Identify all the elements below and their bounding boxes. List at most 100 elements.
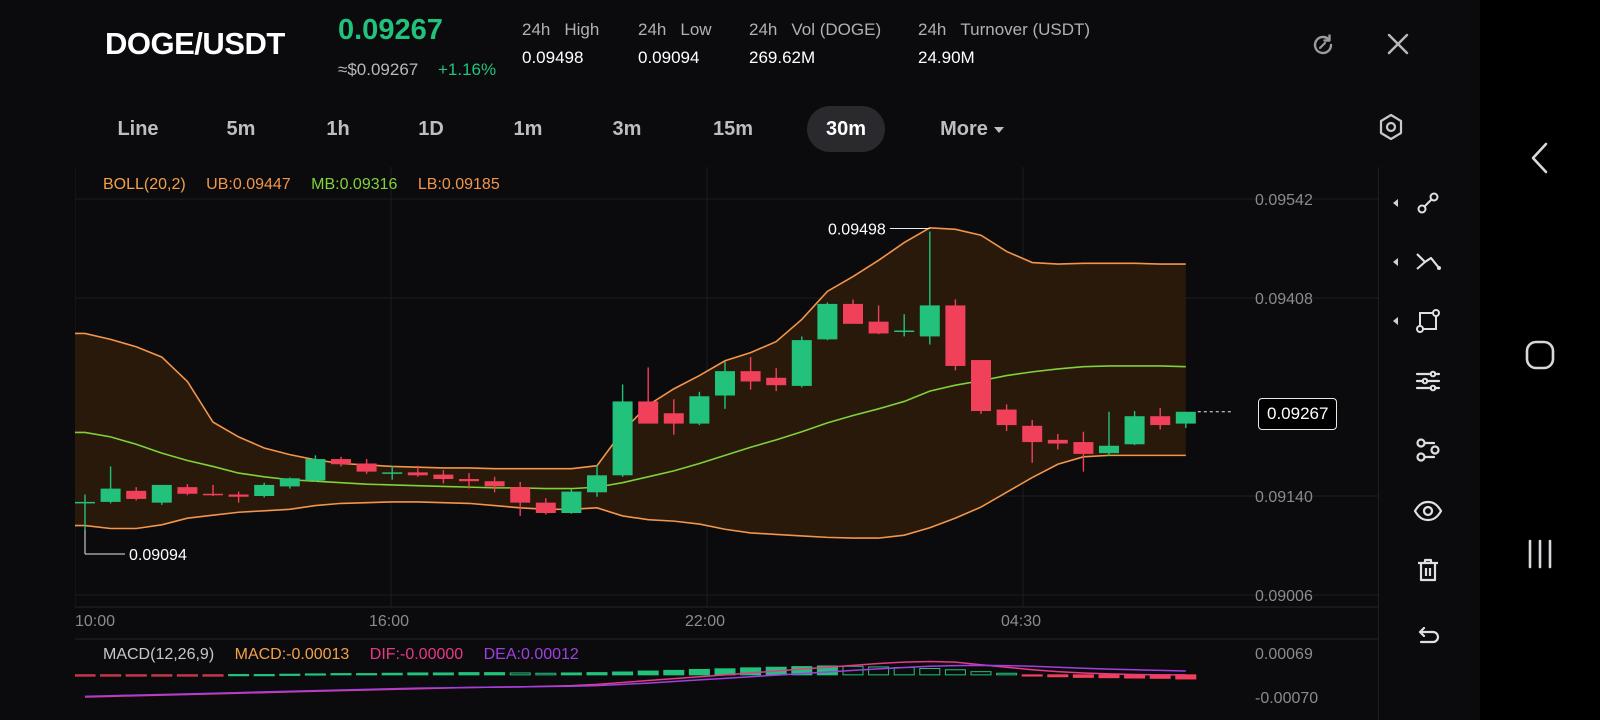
current-price-tag: 0.09267 [1258,398,1338,430]
candle-body [126,490,147,499]
macd-name: MACD(12,26,9) [103,646,215,663]
y-tick-label: 0.09006 [1255,588,1313,605]
indicator-tool[interactable] [1379,422,1477,478]
macd-histogram-bar [304,673,326,676]
candle-body [766,377,787,386]
system-navigation-bar [1480,0,1600,720]
expand-caret-icon [1393,317,1398,325]
macd-histogram-bar [1021,674,1043,677]
candle-body [177,487,198,494]
multiline-tool[interactable] [1379,234,1477,290]
shape-tool[interactable] [1379,293,1477,349]
high-marker-label: 0.09498 [828,222,886,239]
tab-5m[interactable]: 5m [205,106,277,152]
candle-body [817,303,838,340]
candle [971,360,991,414]
candle-body [561,491,582,513]
candle-body [510,487,531,503]
caret-down-icon [993,126,1004,133]
eye-icon [1413,500,1443,522]
macd-value: MACD:-0.00013 [234,646,350,663]
candle-body [407,472,428,476]
back-button[interactable] [1516,134,1564,182]
close-icon[interactable] [1386,32,1410,61]
stat-value: 24.90M [918,48,975,67]
back-icon [1531,142,1548,174]
stat-value: 0.09498 [522,48,584,67]
candle-body [331,459,351,465]
macd-histogram-bar [253,674,275,677]
y-tick-label: 0.09408 [1255,291,1313,308]
boll-ub: UB:0.09447 [206,176,291,193]
tab-1d[interactable]: 1D [399,106,463,152]
candle-body [356,463,377,472]
candle-body [868,321,889,334]
macd-y-tick-label: -0.00070 [1255,690,1318,707]
y-tick-label: 0.09140 [1255,489,1313,506]
kline-chart[interactable]: 0.09498 0.09094 0.09542 0.09408 0.09140 0.090… [73,167,1475,720]
candle [638,367,659,424]
stat-value: 269.62M [749,48,816,67]
candle [305,455,326,482]
settings-sliders-icon [1415,370,1441,392]
candle [791,336,812,388]
tab-more[interactable]: More [927,106,1017,152]
candle-body [100,488,121,502]
candle-body [228,494,249,497]
refresh-icon[interactable] [1310,32,1336,63]
shape-icon [1416,309,1440,333]
expand-caret-icon [1393,258,1398,266]
candle-body [1124,416,1145,445]
chart-settings-icon[interactable] [1378,113,1404,146]
macd-histogram-bar [484,672,506,676]
boll-legend: BOLL(20,2) UB:0.09447 MB:0.09316 LB:0.09… [103,176,516,194]
macd-histogram-bar [228,674,250,677]
undo-tool[interactable] [1379,610,1477,666]
recent-apps-icon [1528,539,1552,569]
recent-apps-button[interactable] [1516,530,1564,578]
candle-body [919,305,940,337]
home-button[interactable] [1516,331,1564,379]
chart-area[interactable]: 0.09498 0.09094 0.09542 0.09408 0.09140 0.090… [73,167,1475,720]
indicator-settings-tool[interactable] [1379,353,1477,409]
low-marker-label: 0.09094 [129,547,187,564]
macd-histogram-bar [560,672,582,676]
stat-24h-volume: 24h Vol (DOGE) 269.62M [749,20,882,67]
trendline-tool[interactable] [1379,175,1477,231]
macd-histogram-bar [688,668,710,676]
tab-1m[interactable]: 1m [495,106,561,152]
delete-drawings-tool[interactable] [1379,542,1477,598]
stat-value: 0.09094 [638,48,700,67]
candle-body [587,475,607,493]
candle-body [382,472,403,474]
candle-body [715,371,735,396]
candle [254,482,275,498]
x-tick-label: 04:30 [1001,613,1041,630]
trendline-icon [1417,192,1439,214]
visibility-tool[interactable] [1379,483,1477,539]
candle-body [279,478,300,487]
kline-chart-screen: DOGE/USDT 0.09267 ≈$0.09267 +1.16% 24h Hi… [0,0,1480,720]
trading-pair-title: DOGE/USDT [105,26,285,61]
macd-histogram-bar [356,673,378,676]
candle [945,299,966,371]
candle-body [305,459,326,481]
candle-body [75,501,95,504]
tab-15m[interactable]: 15m [693,106,773,152]
macd-legend: MACD(12,26,9) MACD:-0.00013 DIF:-0.00000… [103,646,595,664]
tab-line[interactable]: Line [97,106,179,152]
trash-icon [1418,558,1438,582]
candle-body [843,303,863,324]
dea-value: DEA:0.00012 [483,646,579,663]
candle [689,391,710,426]
boll-band-fill [73,227,1186,539]
tab-3m[interactable]: 3m [593,106,661,152]
macd-y-tick-label: 0.00069 [1255,646,1313,663]
candle-body [535,502,556,513]
macd-histogram-bar [970,671,992,676]
tab-30m[interactable]: 30m [807,106,885,152]
dif-value: DIF:-0.00000 [369,646,464,663]
x-tick-label: 16:00 [369,613,409,630]
candle-body [1047,439,1068,444]
tab-1h[interactable]: 1h [307,106,369,152]
